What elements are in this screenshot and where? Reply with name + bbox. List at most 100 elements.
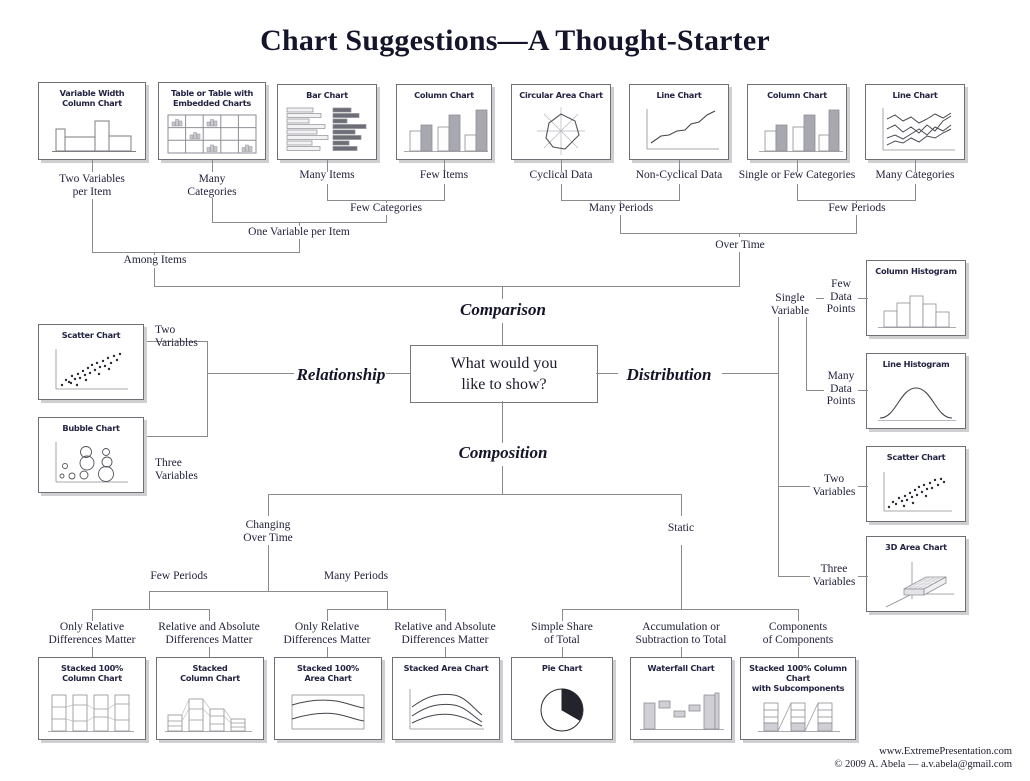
card-waterfall-chart[interactable]: Waterfall Chart [630, 657, 732, 740]
label-few-items: Few Items [419, 169, 469, 181]
connector [798, 647, 799, 657]
connector [209, 609, 210, 621]
card-caption: Bubble Chart [62, 423, 120, 433]
card-stacked-column-chart[interactable]: Stacked Column Chart [156, 657, 264, 740]
line-chart-many-thumbnail [866, 105, 964, 157]
hub-line-1: What would you [450, 355, 558, 372]
card-caption: 3D Area Chart [885, 542, 947, 552]
circular-area-thumbnail [512, 105, 610, 157]
connector [92, 199, 93, 252]
card-scatter-chart-relationship[interactable]: Scatter Chart [38, 324, 144, 400]
connector [154, 268, 155, 286]
label-over-time: Over Time [715, 239, 765, 251]
stacked-column-thumbnail [157, 687, 263, 737]
card-circular-area-chart[interactable]: Circular Area Chart [511, 84, 611, 160]
label-many-categories-right: Many Categories [875, 169, 955, 181]
card-caption: Stacked 100% Column Chart [61, 663, 123, 683]
connector [268, 545, 269, 591]
card-stacked-100-column-chart[interactable]: Stacked 100% Column Chart [38, 657, 146, 740]
card-caption: Bar Chart [306, 90, 348, 100]
connector [681, 647, 682, 657]
label-few-periods-top: Few Periods [828, 202, 886, 214]
connector [915, 184, 916, 200]
connector [92, 160, 93, 172]
card-caption: Line Chart [656, 90, 702, 100]
card-column-chart-few-items[interactable]: Column Chart [396, 84, 492, 160]
card-caption: Line Histogram [882, 359, 950, 369]
column-chart-few-thumbnail [397, 105, 491, 157]
card-caption: Stacked 100% Column Chart with Subcompon… [749, 663, 847, 693]
label-three-variables-distribution: Three Variables [810, 563, 858, 589]
connector [209, 647, 210, 657]
connector [806, 390, 824, 391]
connector [681, 545, 682, 609]
connector [856, 215, 857, 233]
card-3d-area-chart[interactable]: 3D Area Chart [866, 536, 966, 612]
connector [739, 233, 740, 237]
card-bubble-chart[interactable]: Bubble Chart [38, 417, 144, 493]
connector [212, 198, 213, 222]
line-chart-noncyc-thumbnail [630, 105, 728, 157]
label-non-cyclical-data: Non-Cyclical Data [635, 169, 723, 181]
card-stacked-100-column-with-subcomponents[interactable]: Stacked 100% Column Chart with Subcompon… [740, 657, 856, 740]
connector [154, 286, 740, 287]
card-scatter-chart-distribution[interactable]: Scatter Chart [866, 446, 966, 522]
footer-site: www.ExtremePresentation.com [879, 746, 1012, 757]
card-caption: Variable Width Column Chart [59, 88, 125, 108]
label-many-data-points: Many Data Points [824, 370, 858, 408]
stacked-100-area-thumbnail [275, 689, 381, 737]
card-caption: Scatter Chart [886, 452, 946, 462]
label-many-periods-top: Many Periods [588, 202, 654, 214]
connector [327, 647, 328, 657]
card-pie-chart[interactable]: Pie Chart [511, 657, 613, 740]
stacked-100-column-thumbnail [39, 687, 145, 737]
connector [327, 609, 445, 610]
label-static: Static [667, 522, 695, 534]
table-embedded-thumbnail [159, 112, 265, 157]
card-stacked-area-chart[interactable]: Stacked Area Chart [392, 657, 500, 740]
scatter-distribution-thumbnail [867, 469, 965, 519]
card-caption: Waterfall Chart [647, 663, 715, 673]
label-few-data-points: Few Data Points [824, 278, 858, 316]
connector [149, 591, 150, 609]
connector [445, 609, 446, 621]
card-column-histogram[interactable]: Column Histogram [866, 260, 966, 336]
column-histogram-thumbnail [867, 283, 965, 333]
connector [212, 160, 213, 172]
label-one-variable-per-item: One Variable per Item [248, 226, 350, 238]
card-bar-chart[interactable]: Bar Chart [277, 84, 377, 160]
connector [502, 286, 503, 299]
card-caption: Scatter Chart [61, 330, 121, 340]
variable-width-column-thumbnail [39, 115, 145, 157]
page-title: Chart Suggestions—A Thought-Starter [260, 24, 770, 57]
label-few-categories: Few Categories [350, 202, 422, 214]
connector [92, 252, 300, 253]
label-many-items: Many Items [299, 169, 355, 181]
footer-credit: © 2009 A. Abela — a.v.abela@gmail.com [834, 759, 1012, 770]
card-column-chart-single-few[interactable]: Column Chart [747, 84, 847, 160]
label-relative-absolute-2: Relative and Absolute Differences Matter [394, 621, 496, 646]
column-chart-single-thumbnail [748, 105, 846, 157]
connector [739, 252, 740, 286]
connector [268, 494, 682, 495]
label-few-periods-composition: Few Periods [150, 570, 208, 582]
hub-line-2: like to show? [461, 376, 547, 393]
card-line-histogram[interactable]: Line Histogram [866, 353, 966, 429]
label-accumulation-subtraction: Accumulation or Subtraction to Total [635, 621, 727, 646]
card-table-embedded-charts[interactable]: Table or Table with Embedded Charts [158, 82, 266, 160]
label-distribution: Distribution [626, 365, 712, 384]
card-stacked-100-area-chart[interactable]: Stacked 100% Area Chart [274, 657, 382, 740]
bar-chart-thumbnail [278, 105, 376, 157]
label-two-variables-distribution: Two Variables [810, 473, 858, 499]
card-variable-width-column-chart[interactable]: Variable Width Column Chart [38, 82, 146, 160]
card-line-chart-non-cyclical[interactable]: Line Chart [629, 84, 729, 160]
connector [798, 609, 799, 621]
connector [502, 323, 503, 345]
label-components-of-components: Components of Components [762, 621, 834, 646]
connector [207, 341, 208, 437]
label-simple-share-of-total: Simple Share of Total [531, 621, 593, 646]
connector [149, 591, 387, 592]
card-line-chart-many-categories[interactable]: Line Chart [865, 84, 965, 160]
connector [561, 184, 562, 200]
hub-question-box: What would you like to show? [410, 345, 598, 403]
